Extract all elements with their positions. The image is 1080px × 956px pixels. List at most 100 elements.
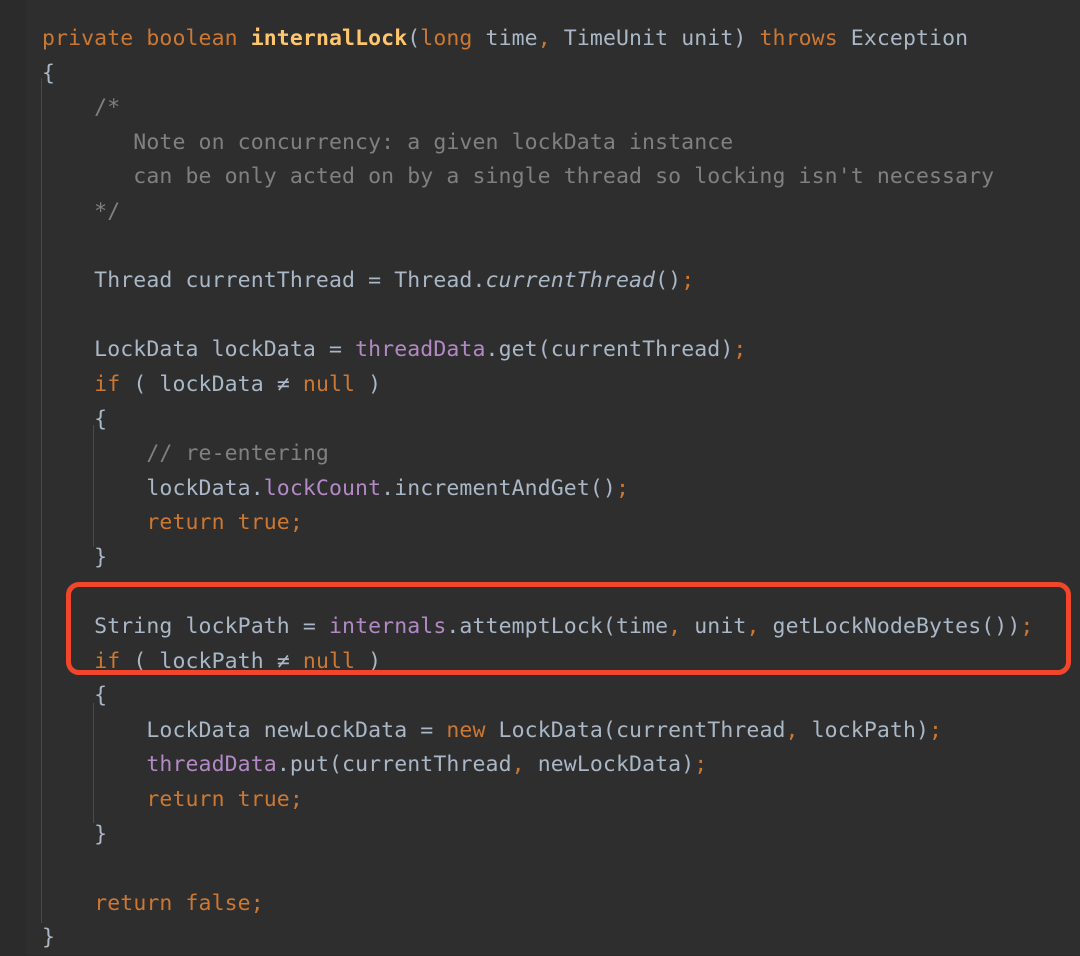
code-token: time — [472, 26, 538, 51]
code-token: ( lockPath — [120, 648, 277, 674]
code-token: new — [446, 717, 486, 743]
code-token: lockPath — [798, 717, 916, 743]
code-token: newLockData — [524, 752, 682, 778]
code-token: if — [94, 371, 121, 397]
code-token: ()) — [981, 614, 1021, 640]
code-line[interactable]: String lockPath = internals.attemptLock(… — [0, 610, 1080, 645]
code-token: .incrementAndGet — [381, 475, 590, 501]
code-line[interactable]: } — [0, 921, 1080, 956]
code-block[interactable]: private boolean internalLock(long time, … — [0, 0, 1080, 956]
code-line[interactable]: if ( lockData ≠ null ) — [0, 368, 1080, 403]
code-token: } — [42, 821, 108, 847]
code-token: ; — [694, 752, 708, 778]
code-token: ≠ — [276, 371, 290, 397]
code-token: } — [42, 925, 56, 951]
code-token: ) — [916, 717, 930, 743]
code-line[interactable]: // re-entering — [0, 437, 1080, 472]
code-token: time — [615, 614, 669, 640]
code-token: ; — [250, 890, 264, 916]
code-token: if — [94, 648, 121, 674]
code-token: long — [420, 26, 473, 51]
code-line[interactable]: lockData.lockCount.incrementAndGet(); — [0, 472, 1080, 507]
code-line[interactable]: LockData lockData = threadData.get(curre… — [0, 333, 1080, 368]
code-token: String lockPath — [42, 614, 303, 640]
code-token: ) — [733, 26, 747, 51]
code-line[interactable]: if ( lockPath ≠ null ) — [0, 645, 1080, 680]
code-line[interactable]: { — [0, 403, 1080, 438]
code-line[interactable]: */ — [0, 195, 1080, 230]
code-line[interactable]: threadData.put(currentThread, newLockDat… — [0, 748, 1080, 783]
code-token: , — [746, 614, 760, 640]
code-line[interactable]: return true; — [0, 783, 1080, 818]
code-token: ) — [720, 337, 734, 363]
code-token: return — [146, 510, 225, 536]
code-line[interactable]: private boolean internalLock(long time, … — [0, 22, 1080, 57]
code-token: false — [185, 890, 251, 916]
code-line[interactable] — [0, 299, 1080, 334]
code-token: ( — [329, 752, 343, 778]
code-token: = — [420, 717, 434, 743]
code-token: throws — [759, 26, 838, 51]
code-token: { — [42, 683, 108, 709]
code-token: return — [94, 890, 173, 916]
code-line[interactable]: return true; — [0, 506, 1080, 541]
code-line[interactable]: LockData newLockData = new LockData(curr… — [0, 714, 1080, 749]
code-token: private — [42, 26, 134, 51]
code-token: LockData lockData — [42, 337, 329, 363]
code-token: threadData — [146, 752, 277, 778]
code-token: } — [42, 544, 108, 570]
code-token: lockCount — [263, 475, 382, 501]
code-token: ; — [681, 268, 695, 294]
code-line[interactable]: can be only acted on by a single thread … — [0, 160, 1080, 195]
code-line[interactable] — [0, 852, 1080, 887]
code-line[interactable] — [0, 576, 1080, 611]
code-line[interactable] — [0, 230, 1080, 265]
code-token: currentThread — [342, 752, 512, 778]
code-token: internalLock — [250, 26, 408, 51]
code-token: null — [302, 371, 356, 397]
code-token: ( — [537, 337, 551, 363]
code-token: true — [237, 787, 290, 813]
code-line[interactable]: /* — [0, 91, 1080, 126]
code-token: , — [668, 614, 682, 640]
code-token: can be only acted on by a single thread … — [42, 164, 995, 190]
code-token: Note on concurrency: a given lockData in… — [42, 129, 734, 155]
code-token: return — [146, 787, 225, 813]
code-line[interactable]: return false; — [0, 887, 1080, 922]
code-token: = — [368, 268, 382, 294]
code-line[interactable]: } — [0, 818, 1080, 853]
code-token: , — [537, 26, 551, 51]
code-token: internals — [328, 614, 447, 640]
code-token: ≠ — [276, 648, 290, 674]
code-line[interactable]: Note on concurrency: a given lockData in… — [0, 126, 1080, 161]
code-token: ; — [289, 510, 303, 536]
code-token: LockData — [485, 717, 603, 743]
code-line[interactable]: Thread currentThread = Thread.currentThr… — [0, 264, 1080, 299]
code-line[interactable]: } — [0, 541, 1080, 576]
code-token: getLockNodeBytes — [759, 614, 982, 640]
code-token: { — [42, 60, 56, 86]
code-token: () — [655, 268, 682, 294]
code-line[interactable]: { — [0, 679, 1080, 714]
code-token: boolean — [146, 26, 238, 51]
code-token: , — [511, 752, 525, 778]
code-token: lockData. — [42, 475, 264, 501]
code-token: ) — [355, 648, 382, 674]
code-line[interactable]: { — [0, 57, 1080, 92]
code-token: = — [302, 614, 316, 640]
code-token: ( — [602, 717, 616, 743]
code-editor-pane[interactable]: private boolean internalLock(long time, … — [0, 0, 1080, 955]
code-token: ( — [407, 26, 421, 51]
